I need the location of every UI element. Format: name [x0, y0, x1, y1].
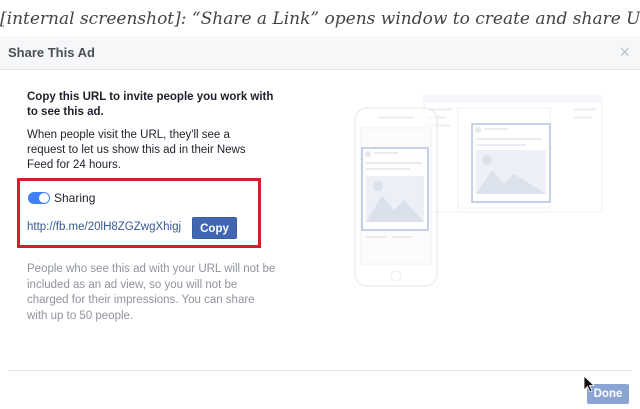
close-icon[interactable]: × — [619, 42, 630, 62]
dialog-header: Share This Ad × — [0, 36, 640, 70]
sharing-toggle[interactable] — [28, 192, 50, 204]
phone-ad-preview — [361, 147, 429, 238]
share-explanation: When people visit the URL, they'll see a… — [27, 129, 246, 171]
mouse-pointer-icon — [583, 375, 595, 393]
footer-divider — [8, 370, 632, 371]
ad-preview-illustration — [354, 95, 603, 287]
screenshot-caption: [internal screenshot]: “Share a Link” op… — [0, 9, 640, 29]
share-instruction: Copy this URL to invite people you work … — [27, 91, 274, 118]
share-url-text[interactable]: http://fb.me/20lH8ZGZwgXhigj — [27, 221, 184, 233]
sharing-toggle-label: Sharing — [54, 191, 96, 205]
impressions-note: People who see this ad with your URL wil… — [27, 263, 276, 322]
desktop-ad-preview — [471, 123, 551, 203]
copy-button[interactable]: Copy — [192, 217, 237, 239]
toggle-knob — [39, 193, 49, 203]
dialog-title: Share This Ad — [8, 45, 95, 60]
